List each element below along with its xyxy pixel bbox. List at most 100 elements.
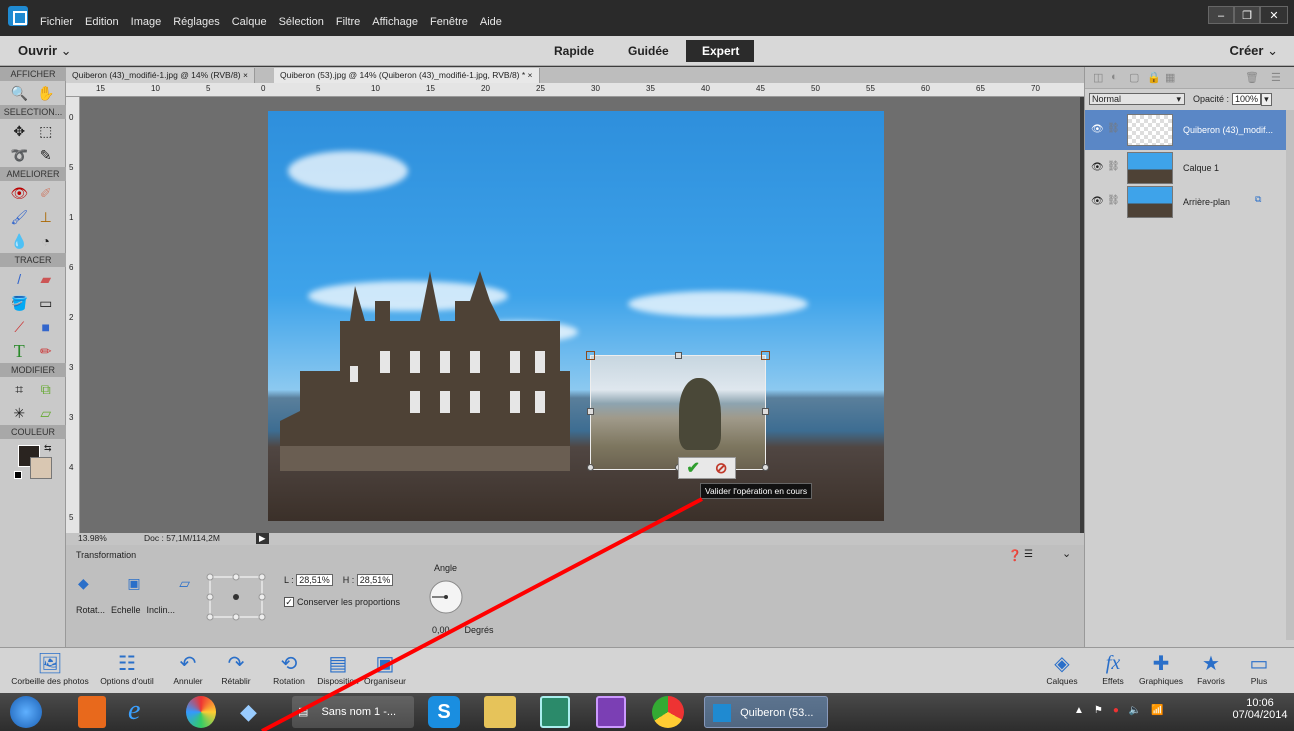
lock-pixels-icon[interactable]: ▦ [1165,71,1175,84]
commit-check-icon[interactable]: ✔ [687,458,700,478]
taskbar-app-quiberon[interactable]: Quiberon (53... [704,696,828,728]
taskbar-skype-icon[interactable]: S [428,696,460,728]
status-menu-arrow[interactable]: ▶ [256,533,269,544]
open-button[interactable]: Ouvrir ⌄ [18,43,72,59]
link-icon[interactable]: ⛓ [1107,161,1120,172]
layers-button[interactable]: ◈ Calques [1040,650,1084,687]
tray-network-icon[interactable]: 📶 [1151,705,1163,716]
graphics-button[interactable]: ✚ Graphiques [1134,650,1188,687]
straighten-tool-icon[interactable]: ⏥ [36,404,56,422]
hand-tool-icon[interactable]: ✋ [36,84,56,102]
menu-fichier[interactable]: Fichier [40,16,73,28]
link-icon[interactable]: ⛓ [1107,123,1120,134]
text-tool-icon[interactable]: T [9,341,29,361]
layer-row[interactable]: 👁 ⛓ Arrière-plan ⧉ [1085,182,1294,222]
paint-bucket-icon[interactable]: 🪣 [9,294,29,312]
move-tool-icon[interactable]: ✥ [9,122,29,140]
app-icon[interactable] [8,6,28,26]
keep-proportions-checkbox[interactable]: ✓ [284,597,294,607]
reference-point-locator[interactable] [204,571,268,623]
taskbar-ie-icon[interactable]: e [128,696,164,728]
blend-mode-select[interactable]: Normal ▾ [1089,93,1185,105]
organizer-button[interactable]: ▣ Organiseur [360,650,410,687]
angle-dial[interactable] [428,579,464,615]
scale-icon[interactable]: ▣ [127,575,140,592]
mode-guidee[interactable]: Guidée [612,40,685,62]
eyedropper-icon[interactable]: ⟋ [9,318,29,336]
content-move-icon[interactable]: ✳ [9,404,29,422]
menu-edition[interactable]: Edition [85,16,119,28]
healing-brush-icon[interactable]: ✐ [36,184,56,202]
taskbar-picasa-icon[interactable] [186,696,216,728]
menu-selection[interactable]: Sélection [279,16,324,28]
help-icon[interactable]: ❓ [1008,549,1022,562]
taskbar-folder-icon[interactable] [484,696,516,728]
gradient-tool-icon[interactable]: ▭ [36,294,56,312]
lock-icon[interactable]: 🔒 [1147,71,1161,84]
layer-mask-icon[interactable]: ▢ [1129,71,1139,84]
tray-flag-icon[interactable]: ⚑ [1094,705,1103,716]
transform-handle-top-right[interactable] [761,351,770,360]
visibility-eye-icon[interactable]: 👁 [1091,162,1104,173]
transform-bounding-box[interactable] [586,351,770,471]
document-image[interactable] [268,111,884,521]
create-button[interactable]: Créer ⌄ [1230,43,1279,59]
taskbar-chrome-icon[interactable] [652,696,684,728]
favorites-button[interactable]: ★ Favoris [1194,650,1228,687]
rotate-icon[interactable]: ◆ [78,575,89,592]
marquee-tool-icon[interactable]: ⬚ [36,122,56,140]
layer-name[interactable]: Calque 1 [1183,163,1219,173]
adjustment-layer-icon[interactable]: ◐ [1111,71,1118,83]
blur-tool-icon[interactable]: 💧 [9,232,29,250]
maximize-button[interactable]: ❐ [1234,6,1260,24]
transform-handle-top-left[interactable] [586,351,595,360]
taskbar-book-icon[interactable]: ◆ [240,696,272,728]
rotate-button[interactable]: ⟲ Rotation [264,650,314,687]
zoom-level[interactable]: 13.98% [78,533,107,543]
undo-button[interactable]: ↶ Annuler [166,650,210,687]
trash-icon[interactable]: 🗑 [1245,71,1259,84]
collapse-icon[interactable]: ⌄ [1062,547,1071,560]
scale-label[interactable]: Echelle [111,605,141,615]
new-layer-icon[interactable]: ◫ [1093,71,1103,84]
rotate-label[interactable]: Rotat... [76,605,105,615]
mode-expert[interactable]: Expert [686,40,754,62]
lasso-tool-icon[interactable]: ➰ [9,146,29,164]
layer-name[interactable]: Arrière-plan [1183,197,1230,207]
pencil-tool-icon[interactable]: ✏ [36,342,56,360]
transform-handle-bottom-left[interactable] [587,464,594,471]
tool-options-button[interactable]: ☷ Options d'outil [94,650,160,687]
swap-colors-icon[interactable]: ⇆ [44,443,52,454]
tray-antivirus-icon[interactable]: ● [1113,705,1119,716]
transform-handle-top[interactable] [675,352,682,359]
brush-tool-icon[interactable]: / [9,270,29,288]
skew-label[interactable]: Inclin... [147,605,176,615]
skew-icon[interactable]: ▱ [179,575,190,592]
photo-bin-button[interactable]: 🖼 Corbeille des photos [2,650,98,687]
layer-row[interactable]: 👁 ⛓ Quiberon (43)_modif... [1085,110,1294,150]
taskbar-premiere-icon[interactable] [596,696,626,728]
cancel-icon[interactable]: ⊘ [715,459,728,477]
red-eye-tool-icon[interactable]: 👁 [9,184,29,202]
taskbar-elements-organizer-icon[interactable] [540,696,570,728]
clock[interactable]: 10:06 07/04/2014 [1230,697,1290,721]
layer-name[interactable]: Quiberon (43)_modif... [1183,125,1273,135]
start-button[interactable] [10,696,46,728]
close-window-button[interactable]: ✕ [1260,6,1288,24]
clone-stamp-icon[interactable]: ⊥ [36,208,56,226]
angle-value[interactable]: 0,00 [432,625,450,635]
redo-button[interactable]: ↷ Rétablir [214,650,258,687]
transform-handle-left[interactable] [587,408,594,415]
effects-button[interactable]: fx Effets [1096,650,1130,687]
eraser-tool-icon[interactable]: ▰ [36,270,56,288]
zoom-tool-icon[interactable]: 🔍 [9,84,29,102]
tab-quiberon-53[interactable]: Quiberon (53).jpg @ 14% (Quiberon (43)_m… [274,68,540,83]
tab-quiberon-43[interactable]: Quiberon (43)_modifié-1.jpg @ 14% (RVB/8… [66,68,255,83]
taskbar-app-sans-nom[interactable]: ▤ Sans nom 1 -... [292,696,414,728]
transform-handle-bottom-right[interactable] [762,464,769,471]
menu-affichage[interactable]: Affichage [372,16,418,28]
visibility-eye-icon[interactable]: 👁 [1091,124,1104,135]
more-button[interactable]: ▭ Plus [1244,650,1274,687]
panel-menu-icon[interactable]: ☰ [1271,71,1281,84]
menu-reglages[interactable]: Réglages [173,16,219,28]
